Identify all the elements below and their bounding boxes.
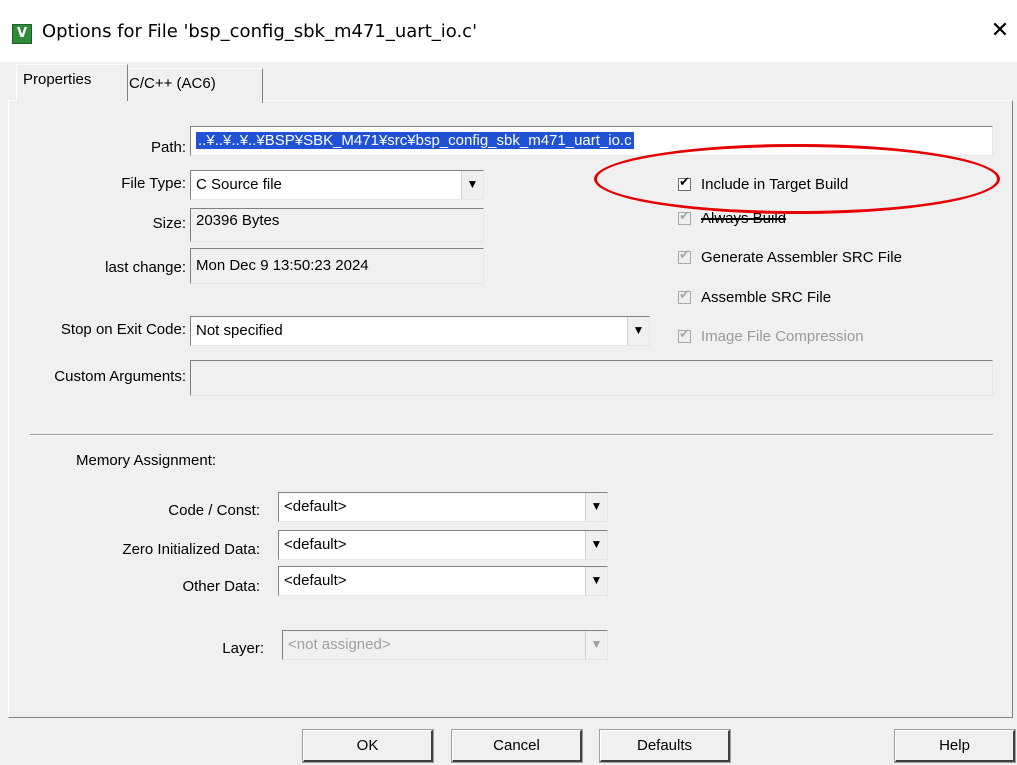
- checkbox-box: ✔: [678, 327, 691, 343]
- chevron-down-icon[interactable]: ▼: [585, 493, 607, 521]
- checkbox-box[interactable]: ✔: [678, 175, 691, 191]
- checkbox-box: ✔: [678, 248, 691, 264]
- file-type-select[interactable]: C Source file ▼: [190, 170, 484, 200]
- checkbox-box: ✔: [678, 288, 691, 304]
- generate-assembler-src-label: Generate Assembler SRC File: [701, 249, 902, 266]
- last-change-label: last change:: [105, 259, 186, 276]
- defaults-button[interactable]: Defaults: [599, 729, 731, 763]
- file-type-value: C Source file: [196, 176, 282, 193]
- zero-init-select[interactable]: <default> ▼: [278, 530, 608, 560]
- close-icon[interactable]: ✕: [983, 14, 1017, 48]
- custom-args-field: [190, 360, 993, 396]
- always-build-checkbox: ✔ Always Build: [678, 209, 787, 227]
- size-value: 20396 Bytes: [196, 212, 280, 229]
- tab-properties[interactable]: Properties: [16, 64, 128, 101]
- check-icon: ✔: [679, 209, 690, 224]
- image-file-compression-label: Image File Compression: [701, 328, 864, 345]
- layer-value: <not assigned>: [288, 636, 391, 653]
- path-value: ..¥..¥..¥..¥BSP¥SBK_M471¥src¥bsp_config_…: [196, 132, 634, 149]
- other-data-label: Other Data:: [182, 578, 260, 595]
- stop-on-exit-value: Not specified: [196, 322, 283, 339]
- path-label: Path:: [150, 139, 186, 156]
- chevron-down-icon[interactable]: ▼: [585, 531, 607, 559]
- file-type-label: File Type:: [121, 175, 186, 192]
- generate-assembler-src-checkbox: ✔ Generate Assembler SRC File: [678, 248, 902, 266]
- ok-button[interactable]: OK: [302, 729, 434, 763]
- assemble-src-label: Assemble SRC File: [701, 289, 832, 306]
- path-field[interactable]: ..¥..¥..¥..¥BSP¥SBK_M471¥src¥bsp_config_…: [190, 126, 993, 156]
- window-title: Options for File 'bsp_config_sbk_m471_ua…: [42, 21, 478, 42]
- checkbox-box: ✔: [678, 209, 691, 225]
- layer-select: <not assigned> ▼: [282, 630, 608, 660]
- custom-args-label: Custom Arguments:: [54, 368, 186, 385]
- chevron-down-icon: ▼: [585, 631, 607, 659]
- other-data-value: <default>: [284, 572, 347, 589]
- include-in-target-build-checkbox[interactable]: ✔ Include in Target Build: [678, 175, 849, 193]
- stop-on-exit-select[interactable]: Not specified ▼: [190, 316, 650, 346]
- properties-panel: [8, 100, 1013, 718]
- stop-on-exit-label: Stop on Exit Code:: [60, 321, 186, 338]
- chevron-down-icon[interactable]: ▼: [585, 567, 607, 595]
- help-button[interactable]: Help: [894, 729, 1016, 763]
- chevron-down-icon[interactable]: ▼: [461, 171, 483, 199]
- zero-init-value: <default>: [284, 536, 347, 553]
- layer-label: Layer:: [222, 640, 264, 657]
- code-const-select[interactable]: <default> ▼: [278, 492, 608, 522]
- memory-assignment-heading: Memory Assignment:: [76, 452, 217, 469]
- code-const-value: <default>: [284, 498, 347, 515]
- always-build-label: Always Build: [701, 210, 787, 227]
- other-data-select[interactable]: <default> ▼: [278, 566, 608, 596]
- zero-init-label: Zero Initialized Data:: [122, 541, 260, 558]
- title-bar: V Options for File 'bsp_config_sbk_m471_…: [0, 0, 1017, 62]
- last-change-field: Mon Dec 9 13:50:23 2024: [190, 248, 484, 284]
- check-icon: ✔: [679, 248, 690, 263]
- assemble-src-checkbox: ✔ Assemble SRC File: [678, 288, 832, 306]
- image-file-compression-checkbox: ✔ Image File Compression: [678, 327, 864, 345]
- size-field: 20396 Bytes: [190, 208, 484, 242]
- keil-app-icon: V: [12, 24, 32, 44]
- separator-line: [30, 434, 993, 436]
- tab-c-cpp-ac6[interactable]: C/C++ (AC6): [122, 68, 263, 103]
- chevron-down-icon[interactable]: ▼: [627, 317, 649, 345]
- button-row: OK Cancel Defaults Help: [0, 729, 1017, 765]
- check-icon: ✔: [679, 327, 690, 342]
- last-change-value: Mon Dec 9 13:50:23 2024: [196, 257, 369, 274]
- include-in-target-build-label: Include in Target Build: [701, 176, 849, 193]
- check-icon: ✔: [679, 288, 690, 303]
- cancel-button[interactable]: Cancel: [451, 729, 583, 763]
- check-icon: ✔: [679, 175, 690, 190]
- size-label: Size:: [152, 215, 186, 232]
- code-const-label: Code / Const:: [168, 502, 260, 519]
